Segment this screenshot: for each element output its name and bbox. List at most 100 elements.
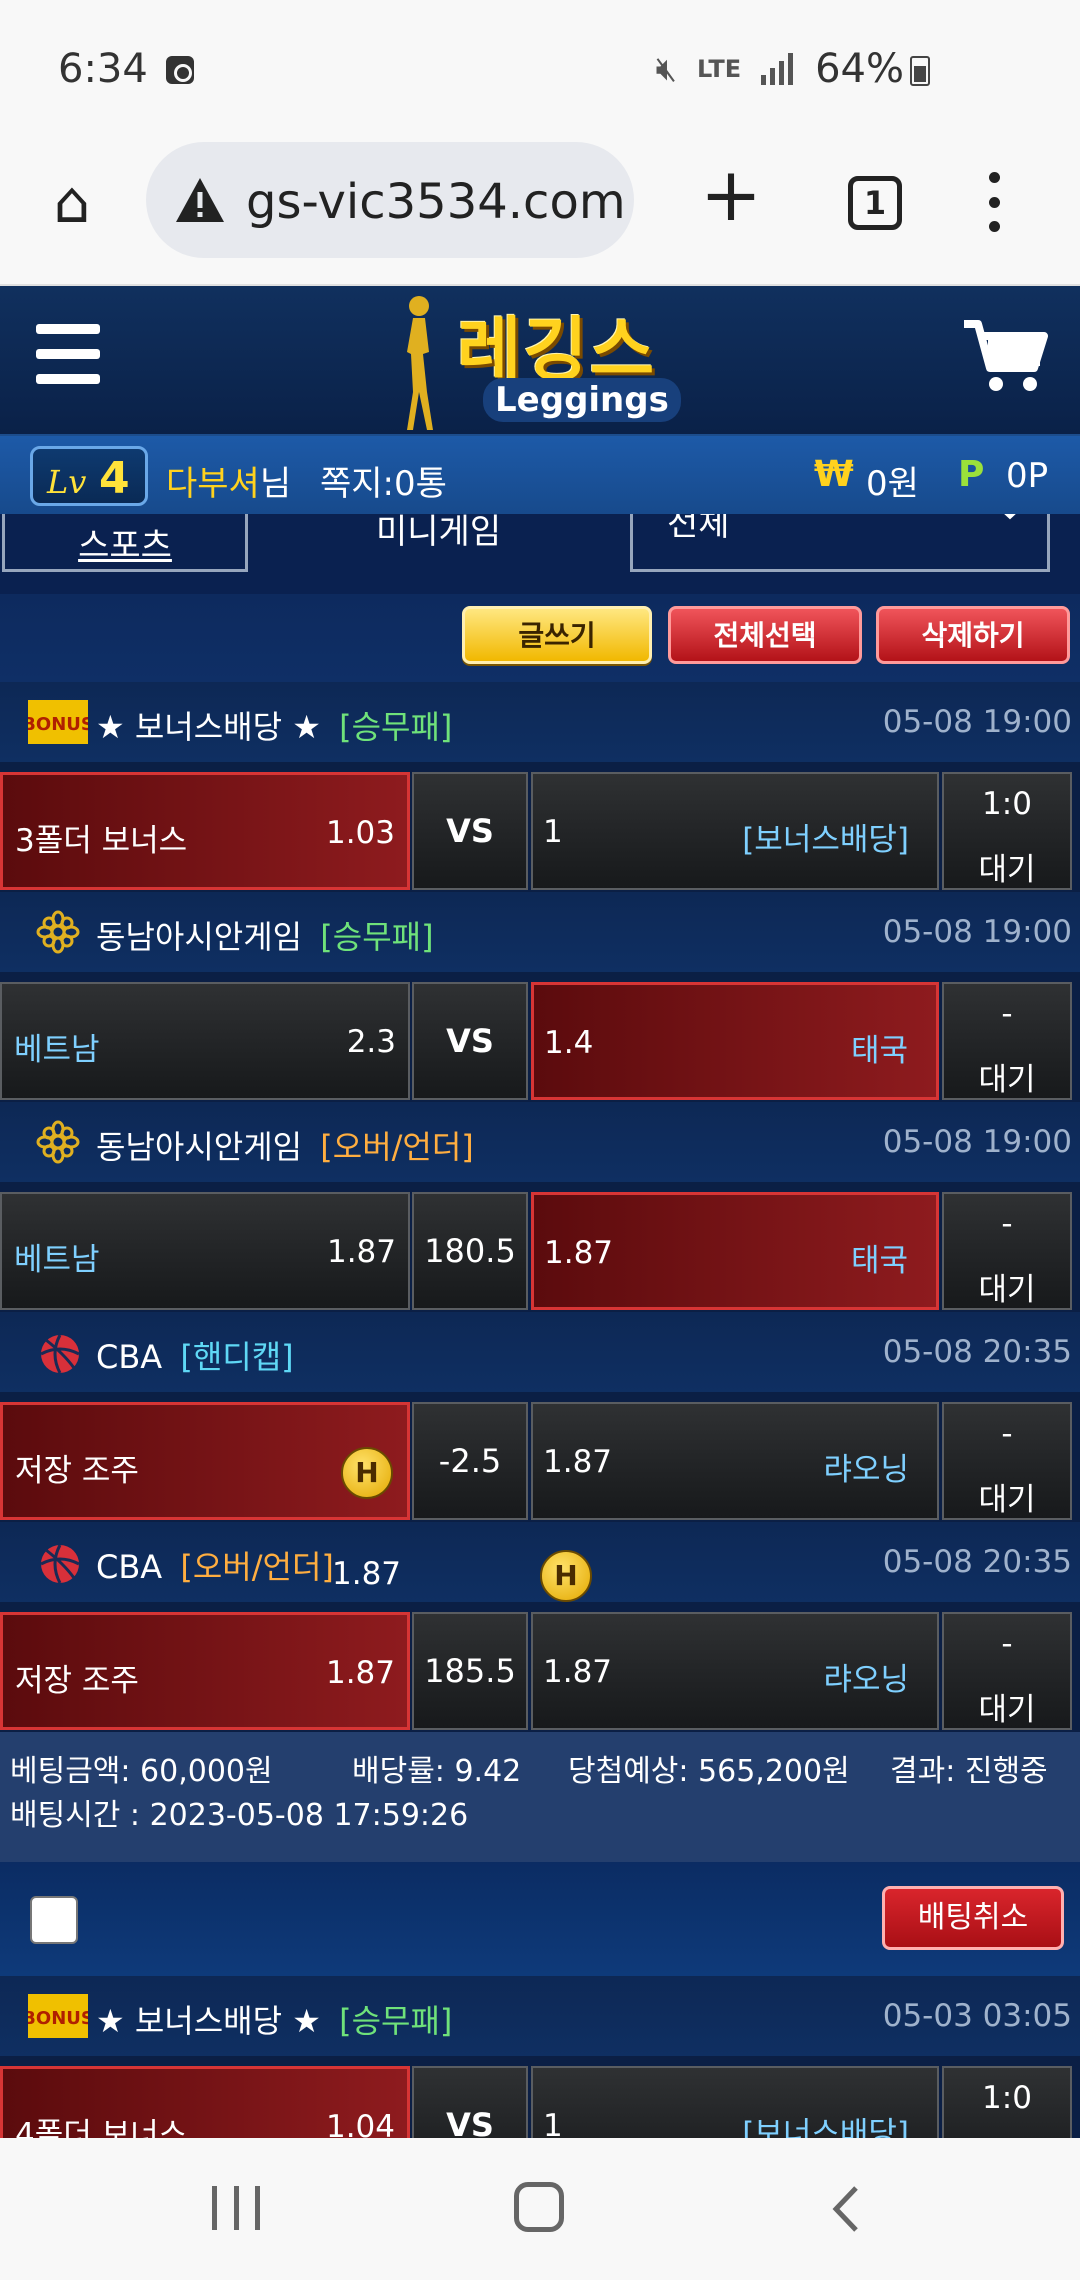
away-pick[interactable]: 1.4 태국: [531, 982, 939, 1100]
cancel-bet-button[interactable]: 배팅취소: [882, 1886, 1064, 1950]
score: 1:0: [982, 786, 1032, 822]
league-label: 동남아시안게임: [96, 918, 303, 956]
away-odd: 1.87: [544, 1235, 614, 1271]
hamburger-menu-icon[interactable]: [36, 324, 100, 384]
point-icon: P: [958, 454, 985, 495]
result-cell: - 대기: [942, 1612, 1072, 1730]
action-button-row: 글쓰기 전체선택 삭제하기: [0, 594, 1080, 682]
nav-home-icon[interactable]: [514, 2182, 564, 2232]
result-cell: - 대기: [942, 982, 1072, 1100]
middle-value[interactable]: 180.5: [412, 1192, 528, 1310]
home-pick[interactable]: 베트남 1.87: [0, 1192, 410, 1310]
home-pick[interactable]: 저장 조주 1.87: [0, 1612, 410, 1730]
system-nav-bar: [0, 2138, 1080, 2280]
battery-icon: [910, 56, 930, 86]
bonus-icon: BONUS: [28, 1994, 88, 2038]
home-pick[interactable]: 저장 조주 H: [0, 1402, 410, 1520]
logo-figure-icon: [407, 296, 433, 430]
home-odd: 2.3: [346, 1024, 396, 1060]
bet-summary: 베팅금액: 60,000원 배당률: 9.42 당첨예상: 565,200원 결…: [0, 1732, 1080, 1862]
home-team: 저장 조주: [15, 1663, 139, 1699]
home-pick[interactable]: 3폴더 보너스 1.03: [0, 772, 410, 890]
game-time: 05-08 19:00: [882, 704, 1072, 740]
league-label: CBA: [96, 1338, 163, 1376]
bet-type: [승무패]: [339, 708, 453, 746]
middle-value[interactable]: VS: [412, 982, 528, 1100]
away-pick[interactable]: 1.87 랴오닝: [531, 1402, 939, 1520]
warning-icon[interactable]: [174, 174, 226, 226]
site-logo[interactable]: 레깅스 Leggings: [395, 286, 695, 436]
bet-row: 저장 조주 H -2.5 1.87 랴오닝 - 대기: [0, 1392, 1080, 1522]
expected-win: 당첨예상: 565,200원: [568, 1754, 850, 1789]
league-name: CBA [오버/언더]: [96, 1542, 334, 1588]
away-team: 랴오닝: [823, 1452, 909, 1488]
home-odd: 1.03: [325, 815, 395, 851]
new-tab-icon[interactable]: +: [700, 158, 762, 232]
status: 대기: [978, 852, 1036, 888]
away-pick[interactable]: 1.87 태국: [531, 1192, 939, 1310]
back-icon[interactable]: [826, 2184, 866, 2234]
message-count[interactable]: 쪽지:0통: [320, 456, 447, 505]
middle-value[interactable]: VS: [412, 772, 528, 890]
status: 대기: [978, 1692, 1036, 1728]
bonus-icon: BONUS: [28, 700, 88, 744]
status: 대기: [978, 1482, 1036, 1518]
middle-value[interactable]: -2.5: [412, 1402, 528, 1520]
level-prefix: Lv: [47, 463, 87, 501]
bet-slip-list: BONUS ★ 보너스배당 ★ [승무패] 05-08 19:00 3폴더 보너…: [0, 682, 1080, 2186]
url-text[interactable]: gs-vic3534.com: [246, 174, 626, 230]
home-odd: 1.87: [326, 1234, 396, 1270]
recent-apps-icon[interactable]: [212, 2186, 260, 2230]
tab-count-button[interactable]: 1: [848, 176, 902, 230]
league-name: CBA [핸디캡]: [96, 1332, 294, 1378]
game-time: 05-08 19:00: [882, 914, 1072, 950]
select-all-button[interactable]: 전체선택: [668, 606, 862, 664]
handicap-h-icon: H: [341, 1447, 393, 1499]
stray-odd-label: 1.87: [332, 1556, 402, 1592]
bet-row: 베트남 1.87 180.5 1.87 태국 - 대기: [0, 1182, 1080, 1312]
away-pick[interactable]: 1.87 랴오닝: [531, 1612, 939, 1730]
address-bar[interactable]: gs-vic3534.com: [146, 142, 634, 258]
tab-minigame[interactable]: 미니게임: [376, 514, 501, 553]
score: 1:0: [982, 2080, 1032, 2116]
tab-sports[interactable]: 스포츠: [2, 514, 248, 572]
point-balance: 0P: [1006, 456, 1049, 496]
alarm-icon: [166, 56, 194, 84]
delete-button[interactable]: 삭제하기: [876, 606, 1070, 664]
score: -: [1001, 1416, 1013, 1452]
bet-type: [승무패]: [320, 918, 434, 956]
tab-sports-label: 스포츠: [78, 526, 172, 566]
cart-icon[interactable]: [960, 316, 1050, 396]
game-header: 동남아시안게임 [승무패] 05-08 19:00: [0, 892, 1080, 972]
filter-row: 스포츠 미니게임 전체: [0, 514, 1080, 594]
site-header: 레깅스 Leggings: [0, 286, 1080, 436]
away-pick[interactable]: 1 [보너스배당]: [531, 772, 939, 890]
score: -: [1001, 1206, 1013, 1242]
game-header: BONUS ★ 보너스배당 ★ [승무패] 05-08 19:00: [0, 682, 1080, 762]
signal-icon: [761, 53, 794, 85]
game-header: 동남아시안게임 [오버/언더] 05-08 19:00: [0, 1102, 1080, 1182]
home-team: 저장 조주: [15, 1453, 139, 1489]
league-label: CBA: [96, 1548, 163, 1586]
bet-row: 3폴더 보너스 1.03 VS 1 [보너스배당] 1:0 대기: [0, 762, 1080, 892]
away-odd: 1.4: [544, 1025, 594, 1061]
bet-time: 배팅시간 : 2023-05-08 17:59:26: [10, 1798, 469, 1833]
write-button[interactable]: 글쓰기: [462, 606, 652, 664]
league-name: ★ 보너스배당 ★ [승무패]: [96, 1996, 452, 2042]
league-name: 동남아시안게임 [오버/언더]: [96, 1122, 474, 1168]
middle-value[interactable]: 185.5: [412, 1612, 528, 1730]
username[interactable]: 다부셔님: [166, 456, 291, 505]
filter-select[interactable]: 전체: [630, 514, 1050, 572]
status-bar: 6:34 🔇︎ LTE 64%: [0, 0, 1080, 140]
more-options-icon[interactable]: [984, 172, 1004, 232]
home-pick[interactable]: 베트남 2.3: [0, 982, 410, 1100]
result-cell: - 대기: [942, 1402, 1072, 1520]
away-team: 랴오닝: [823, 1662, 909, 1698]
league-label: 동남아시안게임: [96, 1128, 303, 1166]
filter-select-value: 전체: [667, 514, 730, 544]
logo-english-text: Leggings: [483, 378, 681, 422]
home-icon[interactable]: ⌂: [40, 170, 104, 234]
bet-result: 결과: 진행중: [890, 1754, 1048, 1789]
league-name: 동남아시안게임 [승무패]: [96, 912, 434, 958]
select-checkbox[interactable]: [30, 1896, 78, 1944]
